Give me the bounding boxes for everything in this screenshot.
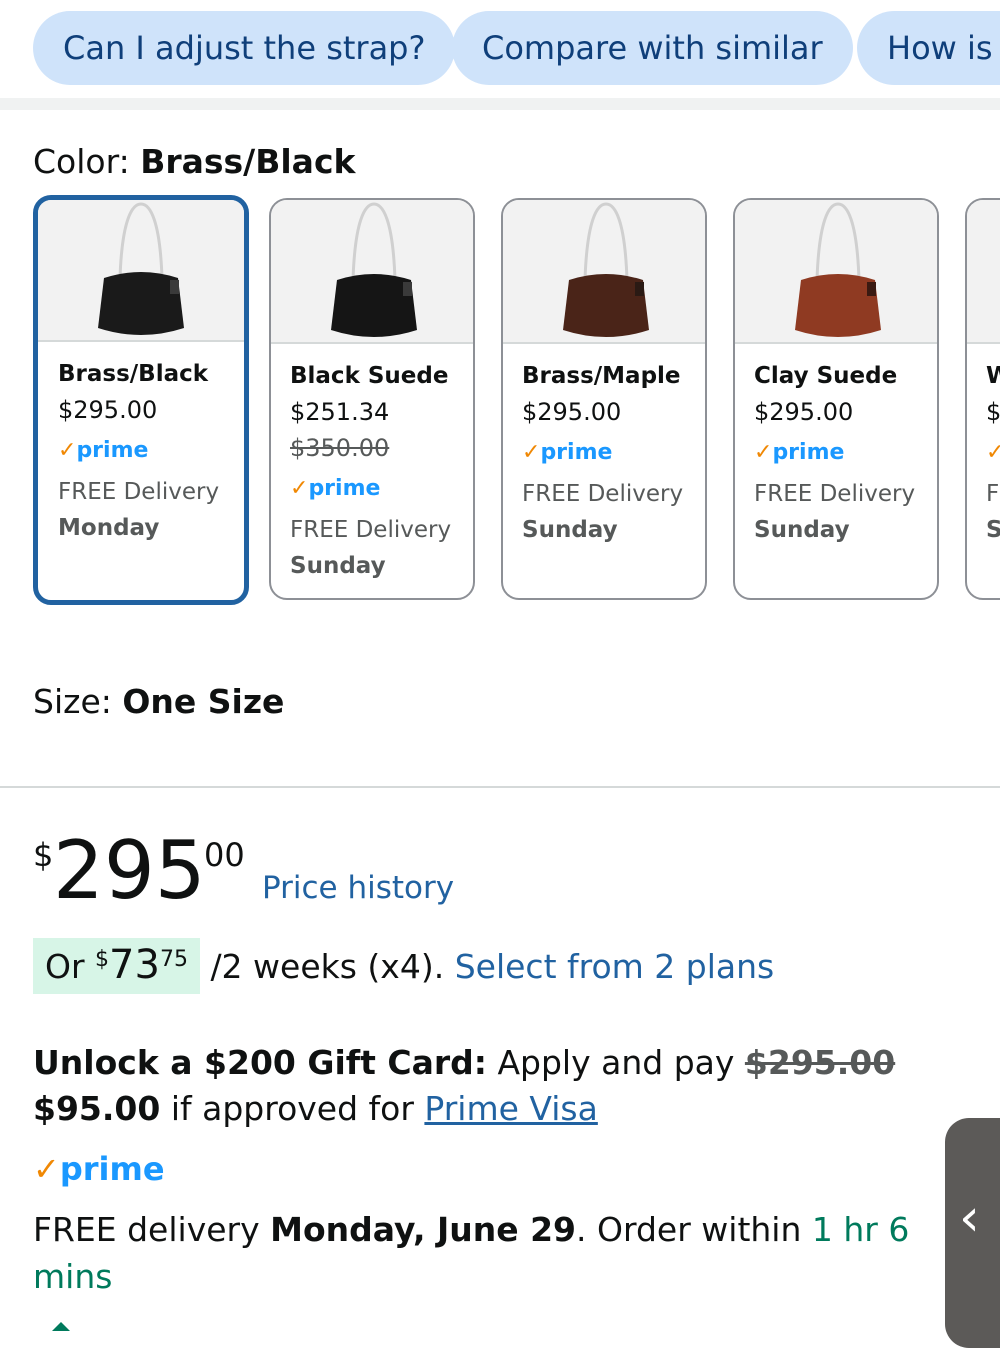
select-plans-link[interactable]: Select from 2 plans bbox=[455, 947, 775, 986]
price-currency-symbol: $ bbox=[33, 836, 54, 874]
handbag-icon bbox=[563, 202, 649, 337]
swatch-image bbox=[967, 200, 1000, 344]
prime-check-icon: ✓ bbox=[58, 438, 77, 463]
swatch-delivery: FREE Delivery bbox=[58, 479, 220, 505]
swatch-name: Black Suede bbox=[290, 363, 449, 389]
price-fraction: 00 bbox=[204, 836, 245, 874]
swatch-clay-suede[interactable]: Clay Suede $295.00 ✓prime FREE Delivery … bbox=[733, 198, 939, 600]
swatch-price: $ bbox=[986, 398, 1000, 426]
installment-terms: /2 weeks (x4). bbox=[199, 947, 455, 986]
swatch-delivery: F bbox=[986, 481, 1000, 507]
swatch-image bbox=[271, 200, 473, 344]
price-whole: 295 bbox=[53, 824, 206, 917]
swatch-delivery-day: S bbox=[986, 512, 1000, 548]
handbag-icon bbox=[331, 202, 417, 337]
prime-check-icon: ✓ bbox=[986, 440, 1000, 465]
color-selected-value: Brass/Black bbox=[140, 142, 356, 181]
prime-check-icon: ✓ bbox=[754, 440, 773, 465]
swatch-image bbox=[735, 200, 937, 344]
giftcard-offer: Unlock a $200 Gift Card: Apply and pay $… bbox=[33, 1043, 896, 1128]
handbag-icon bbox=[98, 202, 184, 335]
suggestion-chips: Can I adjust the strap? Compare with sim… bbox=[0, 0, 1000, 100]
swatch-image bbox=[38, 200, 244, 342]
swatch-delivery-day: Sunday bbox=[754, 517, 850, 543]
price-history-link[interactable]: Price history bbox=[262, 870, 454, 906]
giftcard-price: $95.00 bbox=[33, 1089, 161, 1128]
installment-amount-box: Or $7375 bbox=[33, 938, 200, 994]
prime-badge: ✓prime bbox=[522, 440, 613, 465]
handbag-icon bbox=[795, 202, 881, 337]
prime-badge: ✓ bbox=[986, 430, 1000, 476]
prime-visa-link[interactable]: Prime Visa bbox=[424, 1089, 597, 1128]
swatch-delivery: FREE Delivery bbox=[754, 481, 916, 507]
size-label-prefix: Size: bbox=[33, 682, 123, 721]
prime-check-icon: ✓ bbox=[33, 1150, 60, 1188]
size-label: Size: One Size bbox=[33, 682, 284, 721]
giftcard-headline: Unlock a $200 Gift Card: bbox=[33, 1043, 487, 1082]
caret-up-icon bbox=[52, 1322, 70, 1331]
color-label-prefix: Color: bbox=[33, 142, 141, 181]
chip-how-is[interactable]: How is t bbox=[857, 11, 1000, 85]
swatch-price: $295.00 bbox=[754, 398, 854, 426]
swatch-brass-black[interactable]: Brass/Black $295.00 ✓prime FREE Delivery… bbox=[33, 195, 249, 605]
color-label: Color: Brass/Black bbox=[33, 142, 355, 181]
delivery-info: FREE delivery Monday, June 29. Order wit… bbox=[33, 1210, 910, 1296]
swatch-delivery-day: Monday bbox=[58, 515, 160, 541]
swatch-delivery: FREE Delivery bbox=[290, 517, 452, 543]
chip-adjust-strap[interactable]: Can I adjust the strap? bbox=[33, 11, 456, 85]
prime-badge: ✓prime bbox=[290, 476, 381, 501]
prime-badge: ✓prime bbox=[58, 438, 149, 463]
prime-check-icon: ✓ bbox=[290, 476, 309, 501]
swatch-delivery-day: Sunday bbox=[522, 517, 618, 543]
delivery-date: Monday, June 29 bbox=[270, 1210, 577, 1249]
swatch-list-price: $350.00 bbox=[290, 434, 390, 462]
swatch-black-suede[interactable]: Black Suede $251.34 $350.00 ✓prime FREE … bbox=[269, 198, 475, 600]
chip-compare-similar[interactable]: Compare with similar bbox=[452, 11, 853, 85]
size-selected-value: One Size bbox=[122, 682, 285, 721]
swatch-price: $295.00 bbox=[58, 396, 158, 424]
swatch-name: Brass/Maple bbox=[522, 363, 681, 389]
giftcard-strike-price: $295.00 bbox=[744, 1043, 896, 1082]
swatch-name: Brass/Black bbox=[58, 361, 209, 387]
swatch-name: W bbox=[986, 358, 1000, 394]
swatch-partial[interactable]: W $ ✓ F S bbox=[965, 198, 1000, 600]
swatch-price: $251.34 bbox=[290, 398, 390, 426]
section-divider bbox=[0, 786, 1000, 788]
swatch-brass-maple[interactable]: Brass/Maple $295.00 ✓prime FREE Delivery… bbox=[501, 198, 707, 600]
swatch-delivery: FREE Delivery bbox=[522, 481, 684, 507]
prime-badge: ✓prime bbox=[754, 440, 845, 465]
color-swatches: Brass/Black $295.00 ✓prime FREE Delivery… bbox=[0, 195, 1000, 605]
section-separator bbox=[0, 98, 1000, 110]
installment-offer: Or $7375 /2 weeks (x4). Select from 2 pl… bbox=[33, 938, 774, 994]
chevron-left-icon: ‹ bbox=[959, 1188, 980, 1248]
side-panel-handle[interactable]: ‹ bbox=[945, 1118, 1000, 1348]
prime-badge-large: ✓prime bbox=[33, 1150, 165, 1188]
prime-check-icon: ✓ bbox=[522, 440, 541, 465]
swatch-delivery-day: Sunday bbox=[290, 553, 386, 579]
swatch-name: Clay Suede bbox=[754, 363, 898, 389]
swatch-price: $295.00 bbox=[522, 398, 622, 426]
swatch-image bbox=[503, 200, 705, 344]
